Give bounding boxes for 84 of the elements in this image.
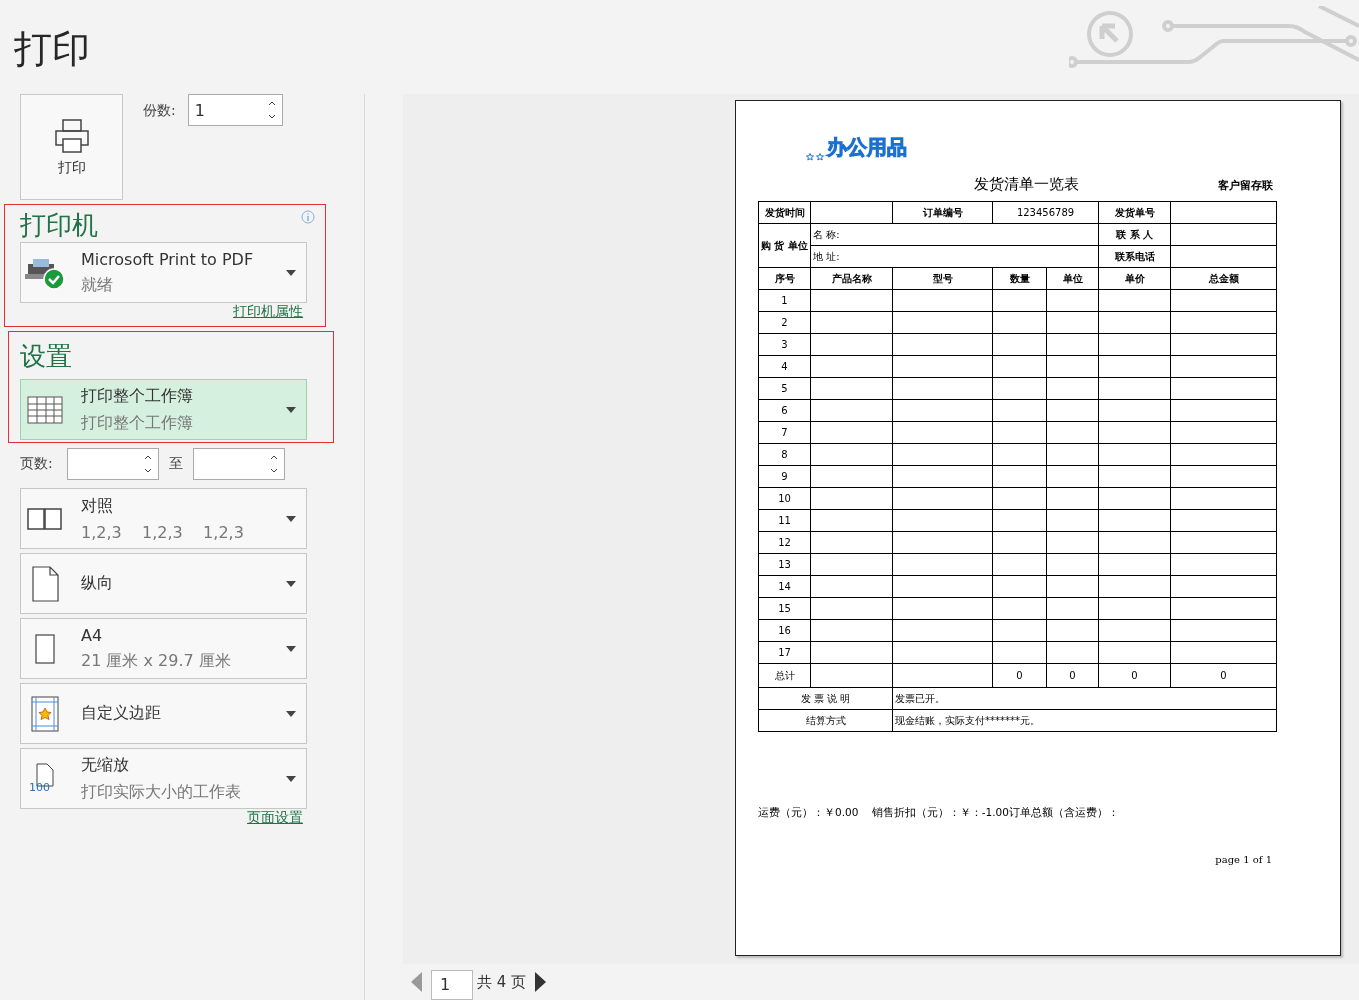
table-cell: 123456789 bbox=[992, 201, 1099, 224]
next-page-icon[interactable] bbox=[534, 972, 547, 992]
settings-dropdown[interactable]: 对照 1,2,3 1,2,3 1,2,3 bbox=[20, 488, 307, 549]
info-icon bbox=[301, 210, 315, 224]
settings-dropdown[interactable]: 自定义边距 bbox=[20, 683, 307, 744]
table-cell: 4 bbox=[758, 355, 811, 378]
column-header: 数量 bbox=[992, 267, 1047, 290]
page-to-field[interactable] bbox=[193, 448, 285, 480]
table-cell: 名 称: bbox=[810, 223, 1099, 246]
copies-label: 份数: bbox=[143, 102, 176, 120]
table-cell: 13 bbox=[758, 553, 811, 576]
spinner-arrows-icon[interactable] bbox=[144, 454, 152, 474]
column-header: 序号 bbox=[758, 267, 811, 290]
table-cell: 11 bbox=[758, 509, 811, 532]
print-button[interactable]: 打印 bbox=[20, 94, 123, 200]
table-cell: 8 bbox=[758, 443, 811, 466]
caret-icon bbox=[286, 269, 296, 276]
spinner-arrows-icon[interactable] bbox=[270, 454, 278, 474]
previous-page-icon[interactable] bbox=[411, 972, 423, 992]
column-header: 单位 bbox=[1046, 267, 1099, 290]
table-cell: 14 bbox=[758, 575, 811, 598]
sheet-grid-icon bbox=[25, 393, 65, 426]
table-cell: 16 bbox=[758, 619, 811, 642]
section-heading: 设置 bbox=[20, 340, 72, 373]
copies-field[interactable]: 1 bbox=[187, 94, 283, 126]
table-cell: 联系电话 bbox=[1098, 245, 1171, 268]
footer-text: 运费（元）：￥0.00 销售折扣（元）：￥：-1.00订单总额（含运费）： bbox=[758, 806, 1120, 820]
table-cell: 0 bbox=[992, 663, 1047, 688]
table-cell: 发货时间 bbox=[758, 201, 811, 224]
table-cell: 15 bbox=[758, 597, 811, 620]
caret-icon bbox=[286, 580, 296, 587]
caret-icon bbox=[286, 710, 296, 717]
settings-dropdown[interactable]: A4 21 厘米 x 29.7 厘米 bbox=[20, 618, 307, 679]
table-cell: 发票已开。 bbox=[892, 687, 1277, 710]
page-number: page 1 of 1 bbox=[1215, 854, 1272, 865]
copy-label: 客户留存联 bbox=[1218, 178, 1273, 193]
table-cell: 0 bbox=[1046, 663, 1099, 688]
table-cell: 0 bbox=[1098, 663, 1171, 688]
page-count: 共 4 页 bbox=[477, 972, 527, 992]
page-title: 打印 bbox=[13, 26, 90, 73]
table-cell: 地 址: bbox=[810, 245, 1099, 268]
caret-icon bbox=[286, 775, 296, 782]
page-number-field[interactable]: 1 bbox=[431, 970, 473, 1000]
table-cell: 17 bbox=[758, 641, 811, 664]
table-cell: 9 bbox=[758, 465, 811, 488]
printer-properties-link[interactable]: 打印机属性 bbox=[233, 303, 303, 325]
logo-text: 办公用品 bbox=[827, 134, 907, 161]
table-cell: 发货单号 bbox=[1098, 201, 1171, 224]
page-from-field[interactable] bbox=[67, 448, 159, 480]
table-cell: 结算方式 bbox=[758, 709, 893, 732]
to-label: 至 bbox=[168, 455, 184, 473]
settings-dropdown[interactable]: 100 无缩放 打印实际大小的工作表 bbox=[20, 748, 307, 809]
table-cell: 6 bbox=[758, 399, 811, 422]
printer-dropdown[interactable]: Microsoft Print to PDF 就绪 bbox=[20, 242, 307, 303]
table-cell: 订单编号 bbox=[892, 201, 993, 224]
caret-icon bbox=[286, 406, 296, 413]
settings-dropdown[interactable]: 纵向 bbox=[20, 553, 307, 614]
table-cell: 现金结账，实际支付*******元。 bbox=[892, 709, 1277, 732]
spinner-arrows-icon[interactable] bbox=[267, 100, 276, 120]
table-cell: 3 bbox=[758, 333, 811, 356]
document-title: 发货清单一览表 bbox=[974, 175, 1079, 194]
settings-dropdown[interactable]: 打印整个工作簿 打印整个工作簿 bbox=[20, 379, 307, 440]
table-cell: 发 票 说 明 bbox=[758, 687, 893, 710]
table-cell: 购 货 单位 bbox=[758, 223, 811, 268]
table-cell: 5 bbox=[758, 377, 811, 400]
column-header: 型号 bbox=[892, 267, 993, 290]
column-header: 单价 bbox=[1098, 267, 1171, 290]
stars-icon bbox=[806, 153, 826, 161]
section-heading: 打印机 bbox=[20, 209, 98, 242]
caret-icon bbox=[286, 645, 296, 652]
printer-icon bbox=[52, 117, 91, 155]
caret-icon bbox=[286, 515, 296, 522]
table-cell: 7 bbox=[758, 421, 811, 444]
table-cell: 总计 bbox=[758, 663, 811, 688]
page-setup-link[interactable]: 页面设置 bbox=[247, 809, 303, 831]
column-header: 总金额 bbox=[1170, 267, 1277, 290]
table-cell: 1 bbox=[758, 289, 811, 312]
table-cell: 联 系 人 bbox=[1098, 223, 1171, 246]
table-cell: 2 bbox=[758, 311, 811, 334]
column-header: 产品名称 bbox=[810, 267, 893, 290]
table-cell: 0 bbox=[1170, 663, 1277, 688]
table-cell: 12 bbox=[758, 531, 811, 554]
table-cell: 10 bbox=[758, 487, 811, 510]
pages-label: 页数: bbox=[20, 455, 54, 473]
